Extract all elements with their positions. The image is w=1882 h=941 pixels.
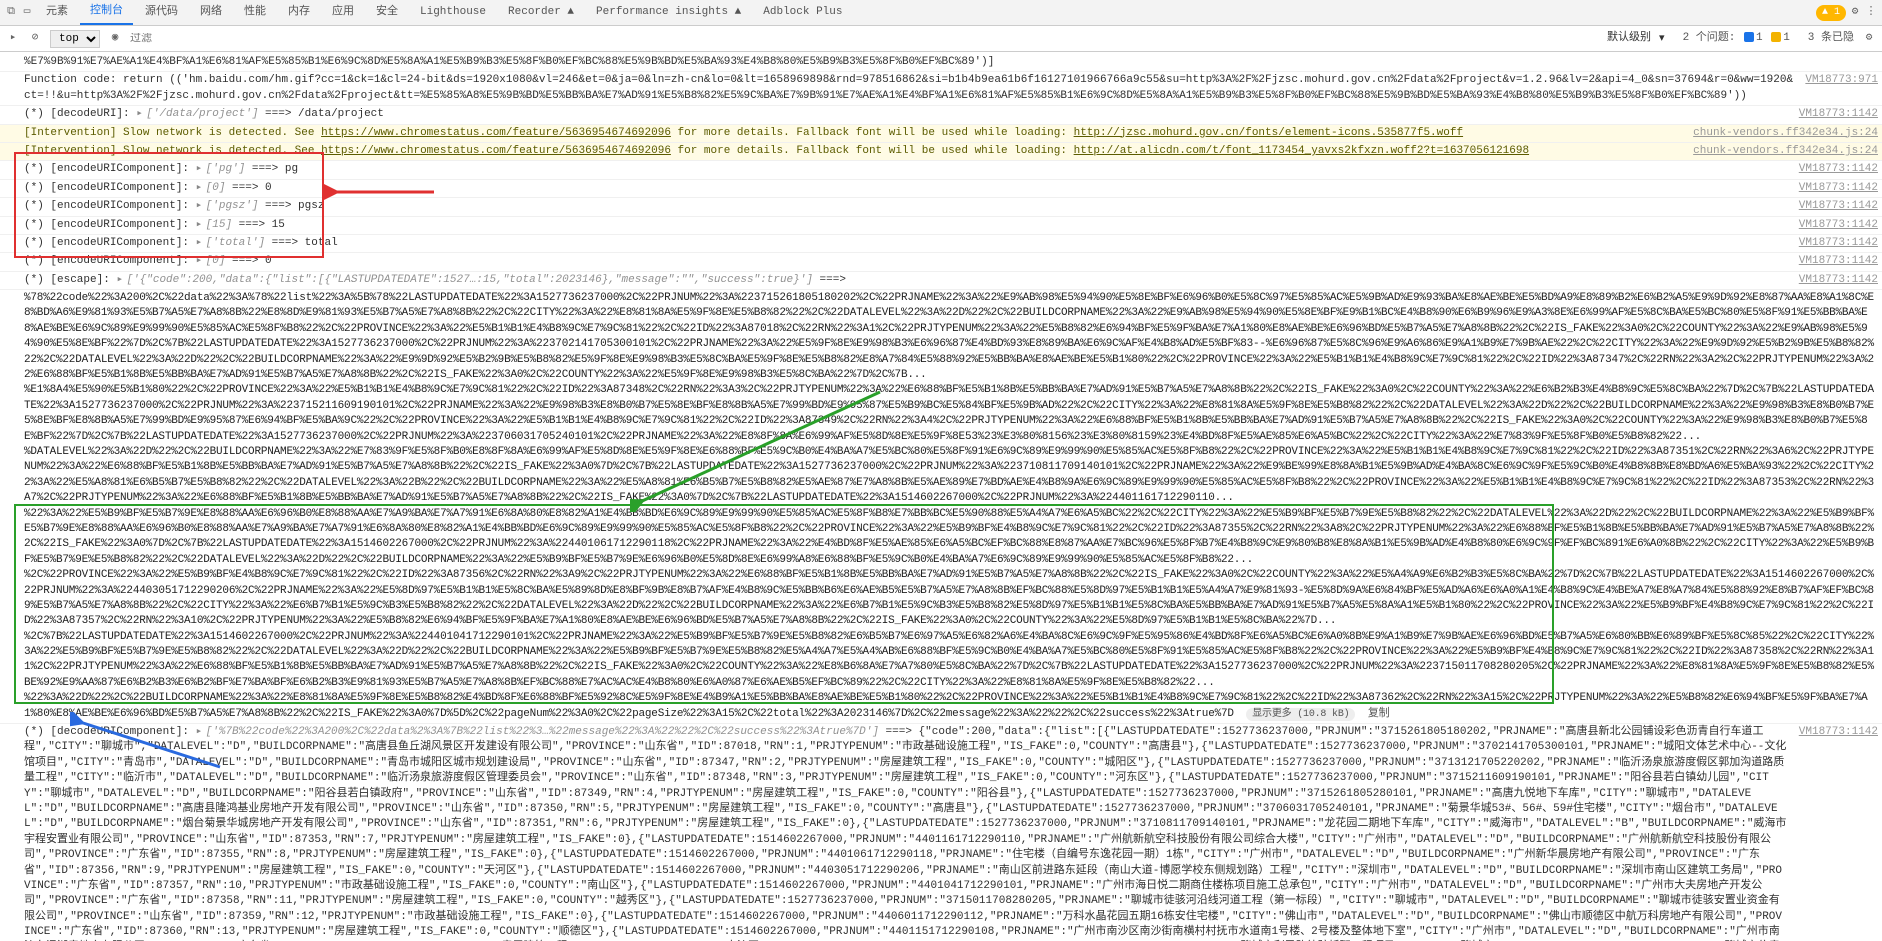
eye-icon[interactable]: ◉ <box>108 32 122 46</box>
device-icon[interactable]: ▭ <box>20 6 34 20</box>
log-row: (*) [encodeURIComponent]: ▸['total'] ===… <box>0 235 1882 253</box>
context-select[interactable]: top <box>50 30 100 48</box>
tab-network[interactable]: 网络 <box>190 1 232 24</box>
tab-security[interactable]: 安全 <box>366 1 408 24</box>
hidden-count: 3 条已隐 <box>1808 31 1854 46</box>
settings-icon[interactable]: ⚙ <box>1848 6 1862 20</box>
tab-performance[interactable]: 性能 <box>234 1 276 24</box>
intervention-row: [Intervention] Slow network is detected.… <box>0 143 1882 161</box>
log-row: (*) [encodeURIComponent]: ▸[15] ===> 15V… <box>0 217 1882 235</box>
source-link[interactable]: VM18773:1142 <box>1787 107 1878 122</box>
log-row: %78%22code%22%3A200%2C%22data%22%3A%78%2… <box>0 290 1882 724</box>
tab-elements[interactable]: 元素 <box>36 1 78 24</box>
show-more-badge[interactable]: 显示更多 (10.8 kB) <box>1246 708 1355 721</box>
tab-console[interactable]: 控制台 <box>80 0 133 25</box>
console-output[interactable]: %E7%9B%91%E7%AE%A1%E4%BF%A1%E6%81%AF%E5%… <box>0 52 1882 941</box>
source-link[interactable]: VM18773:971 <box>1793 73 1878 88</box>
source-link[interactable]: VM18773:1142 <box>1787 725 1878 740</box>
source-link[interactable]: VM18773:1142 <box>1787 254 1878 269</box>
more-icon[interactable]: ⋮ <box>1864 6 1878 20</box>
log-row: (*) [escape]: ▸['{"code":200,"data":{"li… <box>0 272 1882 290</box>
warning-badge[interactable]: ▲ 1 <box>1816 5 1846 21</box>
source-link[interactable]: chunk-vendors.ff342e34.js:24 <box>1681 126 1878 141</box>
tab-sources[interactable]: 源代码 <box>135 1 188 24</box>
tab-application[interactable]: 应用 <box>322 1 364 24</box>
sidebar-toggle-icon[interactable]: ▸ <box>6 32 20 46</box>
log-row: (*) [encodeURIComponent]: ▸['pg'] ===> p… <box>0 161 1882 179</box>
levels-dropdown[interactable]: 默认级别 <box>1607 31 1651 46</box>
intervention-row: [Intervention] Slow network is detected.… <box>0 125 1882 143</box>
log-row: (*) [encodeURIComponent]: ▸[0] ===> 0VM1… <box>0 253 1882 271</box>
copy-button[interactable]: 复制 <box>1368 708 1390 720</box>
log-row: (*) [encodeURIComponent]: ▸[0] ===> 0VM1… <box>0 180 1882 198</box>
source-link[interactable]: VM18773:1142 <box>1787 218 1878 233</box>
source-link[interactable]: chunk-vendors.ff342e34.js:24 <box>1681 144 1878 159</box>
source-link[interactable]: VM18773:1142 <box>1787 199 1878 214</box>
log-row: (*) [decodeURI]: ▸['/data/project'] ===>… <box>0 106 1882 124</box>
tab-memory[interactable]: 内存 <box>278 1 320 24</box>
console-toolbar: ▸ ⊘ top ◉ 默认级别 ▾ 2 个问题: 1 1 3 条已隐 ⚙ <box>0 26 1882 52</box>
inspect-icon[interactable]: ⧉ <box>4 6 18 20</box>
source-link[interactable]: VM18773:1142 <box>1787 236 1878 251</box>
log-row: %E7%9B%91%E7%AE%A1%E4%BF%A1%E6%81%AF%E5%… <box>0 54 1882 72</box>
filter-input[interactable] <box>130 33 250 45</box>
log-row: Function code: return (('hm.baidu.com/hm… <box>0 72 1882 106</box>
issues-label[interactable]: 2 个问题: 1 1 <box>1683 31 1790 46</box>
gear-icon[interactable]: ⚙ <box>1862 32 1876 46</box>
source-link[interactable]: VM18773:1142 <box>1787 273 1878 288</box>
devtools-tabs: ⧉ ▭ 元素 控制台 源代码 网络 性能 内存 应用 安全 Lighthouse… <box>0 0 1882 26</box>
tab-perfinsights[interactable]: Performance insights ▲ <box>586 1 751 24</box>
tab-adblock[interactable]: Adblock Plus <box>753 1 852 24</box>
source-link[interactable]: VM18773:1142 <box>1787 162 1878 177</box>
source-link[interactable]: VM18773:1142 <box>1787 181 1878 196</box>
tab-recorder[interactable]: Recorder ▲ <box>498 1 584 24</box>
clear-console-icon[interactable]: ⊘ <box>28 32 42 46</box>
log-row: (*) [encodeURIComponent]: ▸['pgsz'] ===>… <box>0 198 1882 216</box>
log-row: (*) [decodeURIComponent]: ▸['%7B%22code%… <box>0 724 1882 941</box>
tab-lighthouse[interactable]: Lighthouse <box>410 1 496 24</box>
